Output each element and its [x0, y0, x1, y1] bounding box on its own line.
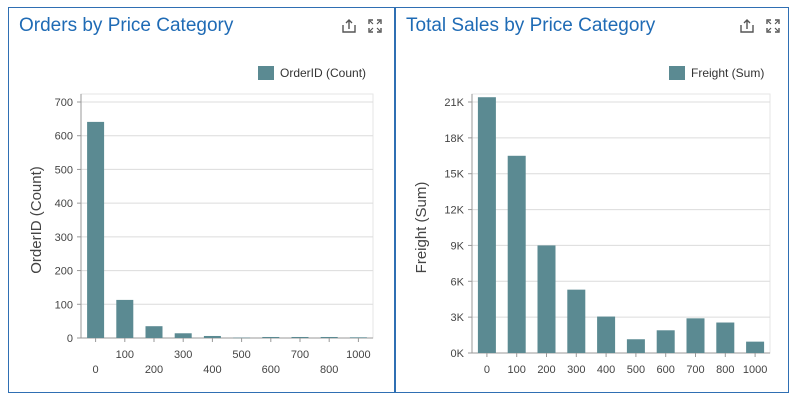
legend-swatch	[669, 66, 685, 80]
x-tick-label: 800	[320, 364, 338, 376]
bar	[537, 245, 556, 353]
bar	[477, 97, 496, 353]
bar	[349, 337, 367, 338]
y-tick-label: 18K	[444, 133, 464, 145]
y-tick-label: 300	[55, 232, 73, 244]
bar	[716, 322, 735, 353]
bar	[203, 335, 221, 338]
x-tick-label: 0	[484, 364, 490, 376]
bar	[262, 336, 280, 338]
y-tick-label: 21K	[444, 97, 464, 109]
x-tick-label: 0	[93, 364, 99, 376]
y-tick-label: 3K	[451, 312, 465, 324]
x-tick-label: 100	[116, 349, 134, 361]
x-tick-label: 600	[262, 364, 280, 376]
bar	[116, 299, 134, 338]
bar	[145, 326, 163, 338]
y-tick-label: 6K	[451, 276, 465, 288]
bar	[291, 336, 309, 338]
y-tick-label: 0K	[451, 348, 465, 360]
x-tick-label: 500	[232, 349, 250, 361]
sales-chart: 0K 3K 6K 9K 12K 15K 18K 21K 0 100 200 300 400 500 600 7…	[413, 66, 771, 376]
x-tick-label: 300	[174, 349, 192, 361]
legend-label: OrderID (Count)	[280, 66, 366, 80]
y-tick-label: 200	[55, 266, 73, 278]
bar	[320, 336, 338, 338]
x-tick-label: 600	[657, 364, 675, 376]
legend-label: Freight (Sum)	[691, 66, 764, 80]
x-tick-label: 200	[537, 364, 555, 376]
orders-chart: 0 100 200 300 400 500 600 700 0 100 200 300 400 500 60…	[28, 66, 374, 376]
y-axis-label: OrderID (Count)	[28, 166, 45, 274]
y-tick-label: 12K	[444, 205, 464, 217]
x-tick-label: 800	[716, 364, 734, 376]
y-tick-label: 500	[55, 164, 73, 176]
y-tick-label: 600	[55, 131, 73, 143]
x-tick-label: 700	[686, 364, 704, 376]
bar	[686, 318, 705, 353]
bar	[87, 121, 105, 339]
bar	[656, 330, 675, 353]
y-tick-label: 9K	[451, 240, 465, 252]
y-axis-label: Freight (Sum)	[413, 182, 430, 274]
x-tick-label: 500	[627, 364, 645, 376]
x-tick-label: 400	[203, 364, 221, 376]
bar	[567, 289, 586, 353]
chart-panel-sales: Total Sales by Price Category 0K 3K 6K 9K 12…	[395, 7, 789, 393]
y-tick-label: 700	[55, 97, 73, 109]
bar	[174, 333, 192, 338]
bar	[597, 316, 616, 353]
chart-panel-orders: Orders by Price Category 0 100 200 300 400 50…	[8, 7, 395, 393]
legend-swatch	[258, 66, 274, 80]
x-tick-label: 300	[567, 364, 585, 376]
y-tick-label: 100	[55, 299, 73, 311]
x-tick-label: 1000	[346, 349, 370, 361]
x-tick-label: 400	[597, 364, 615, 376]
y-tick-label: 15K	[444, 169, 464, 181]
bar	[626, 339, 645, 353]
y-tick-label: 0	[67, 333, 73, 345]
x-tick-label: 200	[145, 364, 163, 376]
x-tick-label: 700	[291, 349, 309, 361]
bar	[746, 341, 765, 353]
y-tick-label: 400	[55, 198, 73, 210]
x-tick-label: 1000	[743, 364, 767, 376]
bar	[507, 155, 526, 353]
x-tick-label: 100	[508, 364, 526, 376]
